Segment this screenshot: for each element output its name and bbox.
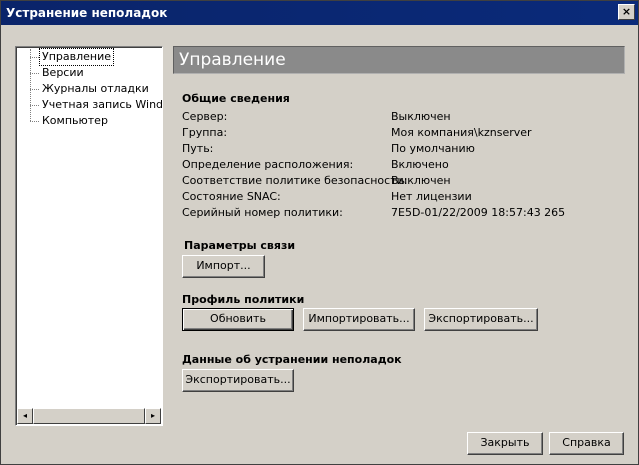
group-value: Моя компания\kznserver xyxy=(391,126,532,139)
close-window-button[interactable]: × xyxy=(618,4,635,20)
import-policy-button[interactable]: Импортировать... xyxy=(303,308,415,331)
navigation-tree: Управление Версии Журналы отладки Учетна… xyxy=(15,46,163,426)
tree-item-label: Компьютер xyxy=(42,114,108,127)
snac-label: Состояние SNAC: xyxy=(182,190,281,203)
troubleshooting-window: Устранение неполадок × Управление Версии… xyxy=(0,0,639,465)
tree-item-versions[interactable]: Версии xyxy=(16,65,162,81)
tree-item-label: Журналы отладки xyxy=(42,82,149,95)
compliance-value: Выключен xyxy=(391,174,451,187)
policy-profile-title: Профиль политики xyxy=(182,293,305,306)
tree-item-label: Учетная запись Windows xyxy=(42,98,163,111)
tree-item-debug-logs[interactable]: Журналы отладки xyxy=(16,81,162,97)
location-value: Включено xyxy=(391,158,449,171)
compliance-label: Соответствие политике безопасности: xyxy=(182,174,408,187)
tree-item-windows-account[interactable]: Учетная запись Windows xyxy=(16,97,162,113)
horizontal-scrollbar[interactable]: ◂ ▸ xyxy=(17,408,161,424)
connection-settings-title: Параметры связи xyxy=(184,239,296,252)
server-value: Выключен xyxy=(391,110,451,123)
panel-header: Управление xyxy=(173,46,625,74)
tree-item-management[interactable]: Управление xyxy=(16,48,162,66)
group-label: Группа: xyxy=(182,126,228,139)
path-label: Путь: xyxy=(182,142,214,155)
export-troubleshooting-button[interactable]: Экспортировать... xyxy=(182,369,294,392)
import-button[interactable]: Импорт... xyxy=(182,255,265,278)
scroll-thumb[interactable] xyxy=(33,408,145,424)
title-bar: Устранение неполадок × xyxy=(1,1,638,25)
tree-item-label: Версии xyxy=(42,66,84,79)
path-value: По умолчанию xyxy=(391,142,475,155)
location-label: Определение расположения: xyxy=(182,158,354,171)
scroll-left-arrow-icon[interactable]: ◂ xyxy=(17,408,33,424)
window-title: Устранение неполадок xyxy=(6,6,168,20)
update-button[interactable]: Обновить xyxy=(182,308,294,331)
tree-item-label: Управление xyxy=(38,48,115,66)
policy-serial-label: Серийный номер политики: xyxy=(182,206,343,219)
help-button[interactable]: Справка xyxy=(549,432,624,455)
general-info-title: Общие сведения xyxy=(182,92,290,105)
policy-serial-value: 7E5D-01/22/2009 18:57:43 265 xyxy=(391,206,566,219)
troubleshooting-data-title: Данные об устранении неполадок xyxy=(182,353,402,366)
server-label: Сервер: xyxy=(182,110,228,123)
snac-value: Нет лицензии xyxy=(391,190,472,203)
scroll-right-arrow-icon[interactable]: ▸ xyxy=(145,408,161,424)
tree-item-computer[interactable]: Компьютер xyxy=(16,113,162,129)
export-policy-button[interactable]: Экспортировать... xyxy=(424,308,538,331)
close-button[interactable]: Закрыть xyxy=(467,432,543,455)
